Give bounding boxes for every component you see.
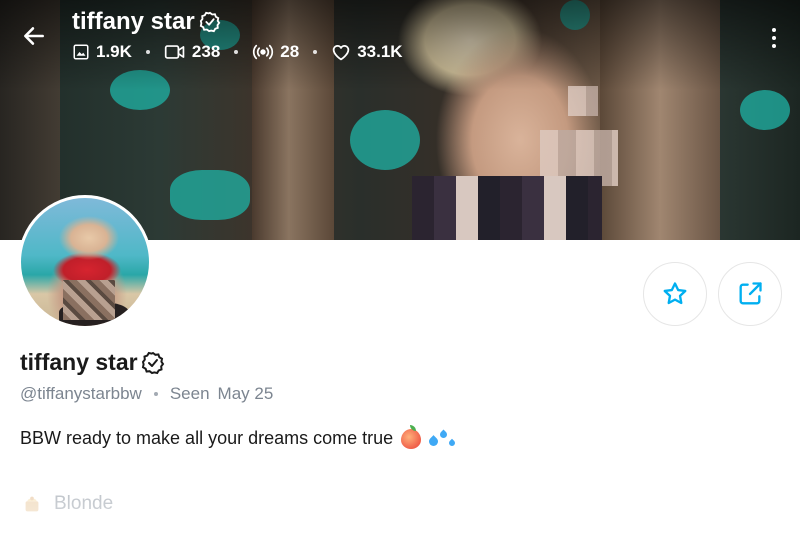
stat-photos[interactable]: 1.9K xyxy=(72,42,132,62)
stat-streams-count: 28 xyxy=(280,42,300,61)
profile-bio-text: BBW ready to make all your dreams come t… xyxy=(20,428,394,448)
peach-emoji-icon xyxy=(401,424,422,449)
back-button[interactable] xyxy=(16,18,52,54)
profile-attribute-label: Blonde xyxy=(54,493,114,514)
profile-bio: BBW ready to make all your dreams come t… xyxy=(20,424,457,449)
header-title: tiffany star xyxy=(72,8,221,36)
verified-icon xyxy=(141,351,164,374)
heart-icon xyxy=(332,44,350,61)
profile-handle: @tiffanystarbbw xyxy=(20,384,142,403)
share-icon xyxy=(739,282,762,305)
stat-likes: 33.1K xyxy=(331,42,403,62)
more-vertical-icon xyxy=(772,28,776,32)
video-icon xyxy=(164,45,185,59)
handle-separator xyxy=(153,392,158,396)
more-options-button[interactable] xyxy=(762,22,786,54)
stat-separator xyxy=(313,50,318,54)
image-icon xyxy=(73,44,89,60)
share-button[interactable] xyxy=(718,262,782,326)
profile-name-text: tiffany star xyxy=(20,349,138,375)
stat-videos[interactable]: 238 xyxy=(164,42,220,62)
stat-videos-count: 238 xyxy=(191,42,221,61)
sweat-droplets-emoji-icon xyxy=(427,429,457,448)
stat-photos-count: 1.9K xyxy=(96,42,132,61)
hair-icon xyxy=(20,492,44,516)
profile-header-bar: tiffany star 1.9K 238 28 33.1K xyxy=(0,0,800,80)
last-seen-date: May 25 xyxy=(217,384,274,403)
add-to-favorites-button[interactable] xyxy=(643,262,707,326)
stat-streams[interactable]: 28 xyxy=(252,42,299,62)
arrow-left-icon xyxy=(24,27,44,45)
star-icon xyxy=(663,282,687,305)
stat-separator xyxy=(234,50,239,54)
verified-icon xyxy=(199,11,221,33)
profile-attribute-hair: Blonde xyxy=(20,492,113,516)
stat-likes-count: 33.1K xyxy=(357,42,403,61)
profile-name: tiffany star xyxy=(20,349,165,376)
header-title-text: tiffany star xyxy=(72,8,195,35)
profile-handle-row: @tiffanystarbbw Seen May 25 xyxy=(20,384,273,404)
live-stream-icon xyxy=(253,44,274,60)
last-seen-label: Seen xyxy=(169,384,210,403)
header-stats: 1.9K 238 28 33.1K xyxy=(72,42,403,62)
avatar[interactable] xyxy=(18,195,152,329)
stat-separator xyxy=(145,50,150,54)
